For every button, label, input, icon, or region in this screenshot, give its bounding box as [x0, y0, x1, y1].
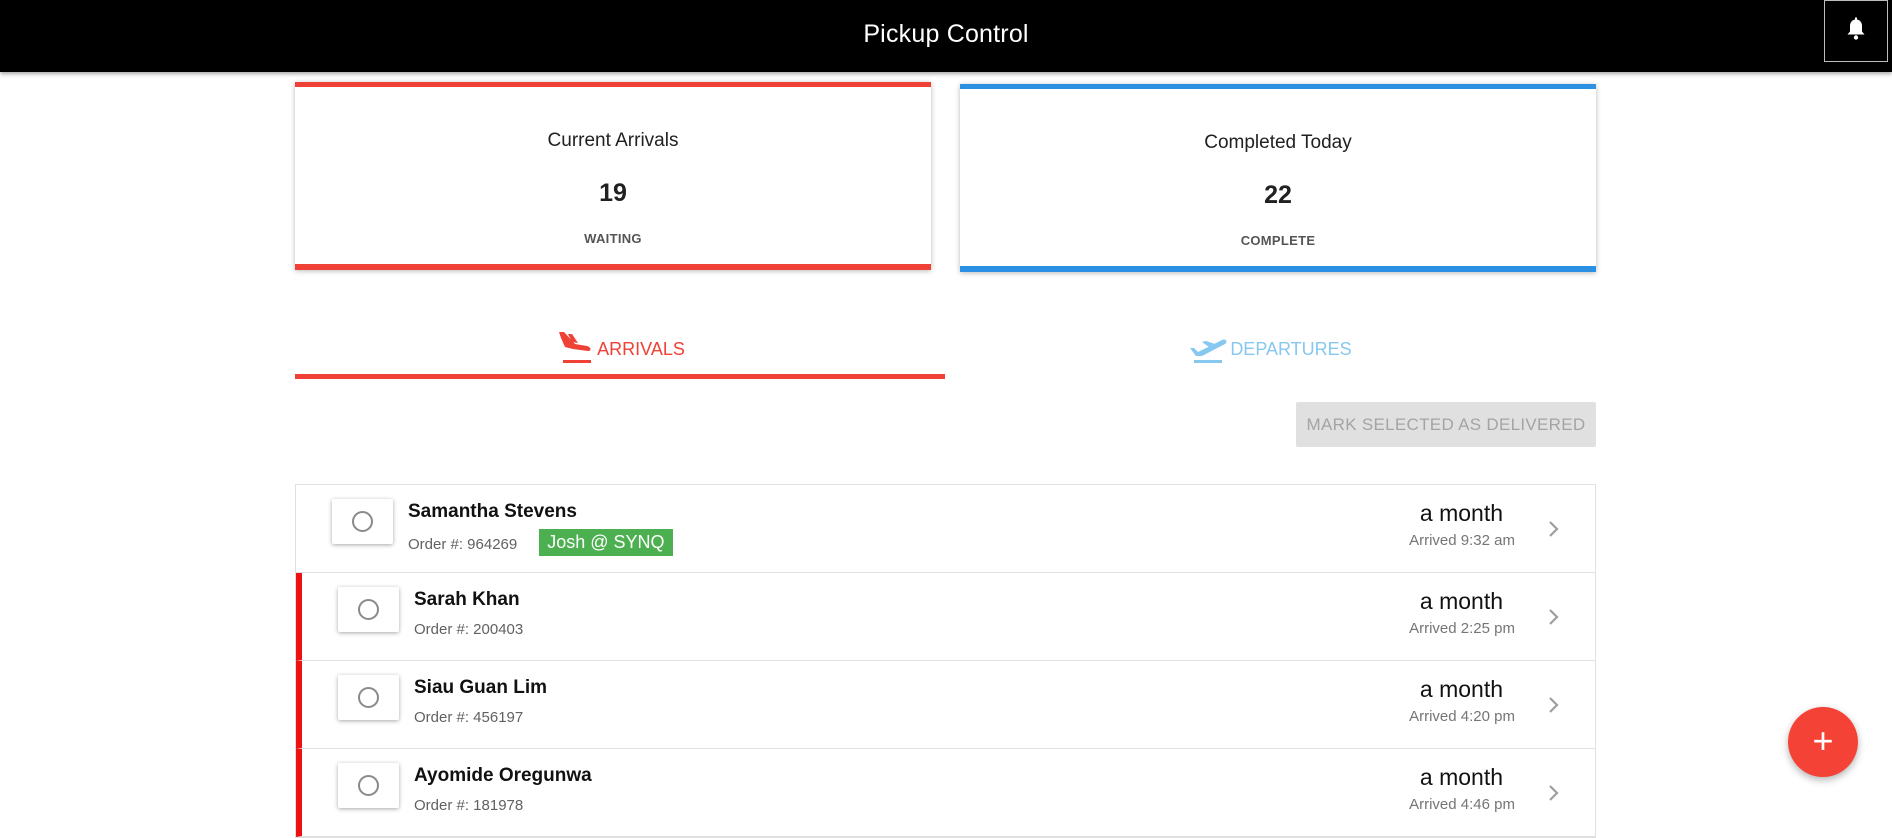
card-status-label: WAITING	[584, 231, 642, 246]
notifications-button[interactable]	[1824, 0, 1888, 62]
card-title: Completed Today	[1204, 132, 1352, 153]
chevron-right-icon[interactable]	[1547, 519, 1561, 544]
tab-arrivals[interactable]: ARRIVALS	[295, 318, 945, 379]
chevron-right-icon[interactable]	[1547, 783, 1561, 808]
select-checkbox[interactable]	[338, 587, 399, 632]
top-app-bar: Pickup Control	[0, 0, 1892, 72]
arrived-time: Arrived 4:46 pm	[1409, 796, 1515, 813]
time-ago: a month	[1419, 676, 1503, 702]
arrived-time: Arrived 2:25 pm	[1409, 620, 1515, 637]
arrived-time: Arrived 4:20 pm	[1409, 708, 1515, 725]
radio-circle-icon	[358, 599, 379, 620]
order-line: Order #: 964269 Josh @ SYNQ	[408, 529, 673, 556]
list-item[interactable]: Sarah Khan Order #: 200403 a month Arriv…	[296, 573, 1595, 661]
card-title: Current Arrivals	[547, 130, 679, 151]
completed-today-card: Completed Today 22 COMPLETE	[960, 84, 1596, 272]
arrived-time: Arrived 9:32 am	[1409, 532, 1515, 549]
order-line: Order #: 200403	[414, 621, 523, 638]
time-ago: a month	[1419, 500, 1503, 526]
arrivals-list: Samantha Stevens Order #: 964269 Josh @ …	[295, 484, 1596, 838]
add-button[interactable]: +	[1788, 707, 1858, 777]
time-ago: a month	[1419, 588, 1503, 614]
completed-count: 22	[1264, 181, 1292, 209]
mark-selected-delivered-button[interactable]: MARK SELECTED AS DELIVERED	[1296, 402, 1596, 447]
tab-label: DEPARTURES	[1230, 339, 1352, 359]
chevron-right-icon[interactable]	[1547, 607, 1561, 632]
radio-circle-icon	[352, 511, 373, 532]
list-item[interactable]: Samantha Stevens Order #: 964269 Josh @ …	[296, 485, 1595, 573]
tab-departures[interactable]: DEPARTURES	[945, 318, 1595, 374]
chevron-right-icon[interactable]	[1547, 695, 1561, 720]
order-number: Order #: 456197	[414, 709, 524, 726]
radio-circle-icon	[358, 687, 379, 708]
customer-name: Sarah Khan	[414, 589, 520, 610]
bell-icon	[1845, 17, 1867, 46]
assignee-tag: Josh @ SYNQ	[539, 529, 673, 556]
order-number: Order #: 181978	[414, 797, 524, 814]
arrivals-count: 19	[599, 179, 627, 207]
plane-landing-icon	[555, 328, 595, 371]
select-checkbox[interactable]	[338, 763, 399, 808]
time-ago: a month	[1419, 764, 1503, 790]
list-item[interactable]: Ayomide Oregunwa Order #: 181978 a month…	[296, 749, 1595, 837]
current-arrivals-card: Current Arrivals 19 WAITING	[295, 82, 931, 270]
customer-name: Ayomide Oregunwa	[414, 765, 592, 786]
order-line: Order #: 456197	[414, 709, 523, 726]
select-checkbox[interactable]	[338, 675, 399, 720]
list-item[interactable]: Siau Guan Lim Order #: 456197 a month Ar…	[296, 661, 1595, 749]
customer-name: Siau Guan Lim	[414, 677, 548, 698]
order-number: Order #: 964269	[408, 536, 518, 553]
plane-takeoff-icon	[1188, 328, 1228, 371]
tab-label: ARRIVALS	[597, 339, 685, 359]
page-title: Pickup Control	[863, 20, 1029, 48]
plus-icon: +	[1812, 719, 1834, 761]
card-status-label: COMPLETE	[1240, 233, 1316, 248]
customer-name: Samantha Stevens	[408, 501, 577, 522]
order-line: Order #: 181978	[414, 797, 523, 814]
radio-circle-icon	[358, 775, 379, 796]
order-number: Order #: 200403	[414, 621, 524, 638]
select-checkbox[interactable]	[332, 499, 393, 544]
